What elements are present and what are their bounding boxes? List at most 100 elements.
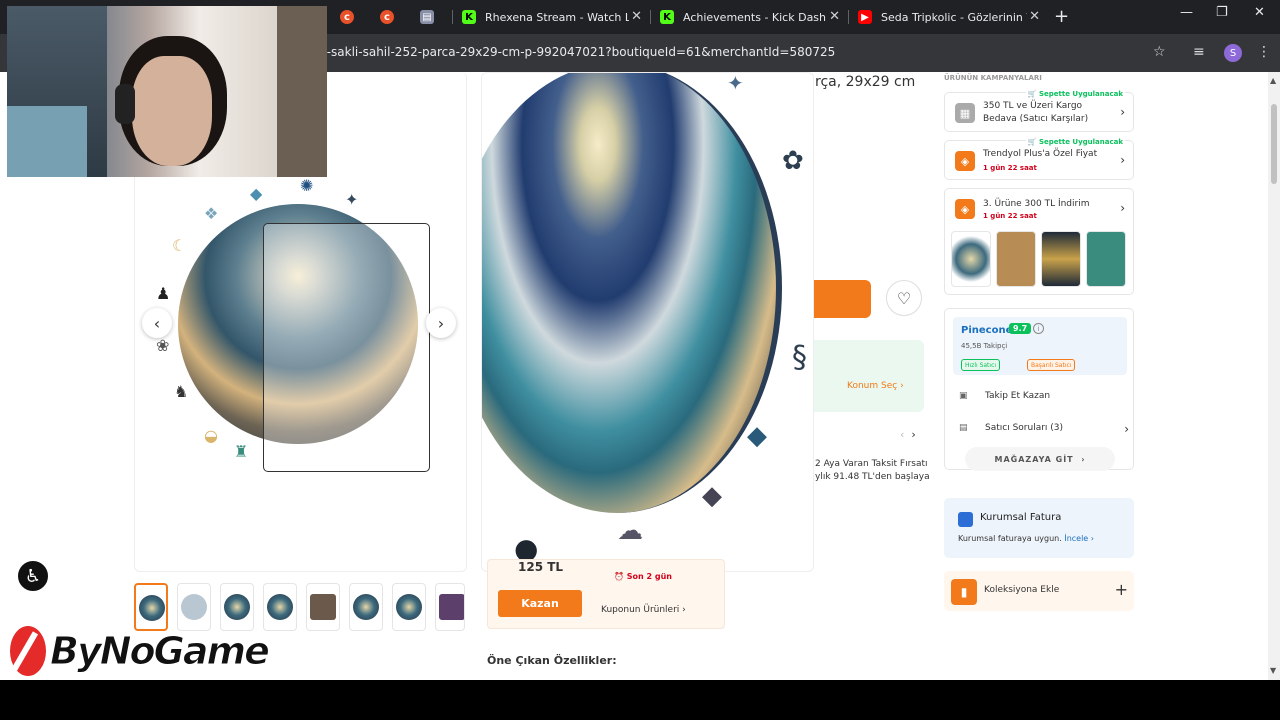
corporate-invoice-desc: Kurumsal faturaya uygun. [958, 534, 1062, 543]
seahorse-icon: § [792, 340, 807, 375]
next-image-button[interactable]: › [426, 308, 456, 338]
campaign-text: Trendyol Plus'a Özel Fiyat [983, 149, 1098, 159]
coupon-products-link[interactable]: Kuponun Ürünleri › [601, 605, 686, 615]
seller-name[interactable]: Pinecone [961, 325, 1012, 336]
info-icon[interactable]: i [1033, 323, 1044, 334]
menu-kebab-icon[interactable]: ⋮ [1257, 44, 1271, 60]
tab-achievements[interactable]: K Achievements - Kick Dashboard ✕ [660, 5, 844, 29]
carousel-next-icon[interactable]: › [911, 428, 915, 441]
thumbnail[interactable] [435, 583, 465, 631]
close-window-button[interactable]: ✕ [1254, 5, 1265, 20]
moon-icon: ☾ [172, 236, 187, 255]
carousel-nav[interactable]: ‹ › [900, 428, 916, 441]
puzzle-piece-icon: ✦ [727, 72, 744, 95]
tab-2[interactable]: c [380, 5, 410, 29]
zoom-preview: ✿ ✦ § ◆ ◆ ☁ ● [481, 72, 814, 572]
seller-questions-label: Satıcı Soruları (3) [985, 423, 1064, 433]
tab-divider [452, 10, 453, 24]
tab-title: Seda Tripkolic - Gözlerinin Yeşil [881, 10, 1027, 24]
corporate-invoice-link[interactable]: İncele [1064, 534, 1088, 543]
corporate-invoice-card: Kurumsal Fatura Kurumsal faturaya uygun.… [944, 498, 1134, 558]
successful-seller-badge: Başarılı Satıcı [1027, 359, 1076, 371]
giraffe-icon: ♞ [174, 382, 189, 401]
butterfly-icon: ✦ [345, 190, 359, 209]
thumbnail[interactable] [349, 583, 383, 631]
previous-image-button[interactable]: ‹ [142, 308, 172, 338]
campaign-plus[interactable]: 🛒 Sepette Uygulanacak ◈ Trendyol Plus'a … [944, 138, 1134, 180]
campaign-product-thumbnail[interactable] [1041, 231, 1081, 287]
carousel-prev-icon[interactable]: ‹ [900, 428, 904, 441]
coupon-card: 125 TL ⏰ Son 2 gün Kazan Kuponun Ürünler… [487, 559, 725, 629]
coupon-amount: 125 TL [518, 560, 564, 574]
thumbnail[interactable] [220, 583, 254, 631]
tab-3[interactable]: ▤ [420, 5, 450, 29]
campaign-text: 350 TL ve Üzeri Kargo Bedava (Satıcı Kar… [983, 101, 1089, 124]
scroll-up-icon[interactable]: ▲ [1270, 76, 1276, 85]
close-tab-icon[interactable]: ✕ [829, 9, 840, 24]
tab-divider [848, 10, 849, 24]
fast-seller-label: Hızlı Satıcı [965, 361, 997, 369]
add-to-collection[interactable]: ▮ Koleksiyona Ekle + [944, 571, 1134, 611]
shell-icon: ◒ [204, 426, 218, 445]
campaign-discount[interactable]: ◈ 3. Ürüne 300 TL İndirim 1 gün 22 saat … [944, 188, 1134, 295]
alarm-icon: ⏰ [614, 572, 624, 581]
campaign-product-thumbnail[interactable] [1086, 231, 1126, 287]
window-icon: ▤ [420, 10, 434, 24]
seller-followers: 45,5B Takipçi [961, 342, 1008, 350]
tag-icon: ◈ [955, 151, 975, 171]
thumbnail[interactable] [134, 583, 168, 631]
page-scrollbar[interactable]: ▲ ▼ [1268, 72, 1280, 680]
tab-rhexena[interactable]: K Rhexena Stream - Watch Live o ✕ [462, 5, 646, 29]
coupon-expiry: ⏰ Son 2 gün [614, 572, 672, 581]
coupon-expiry-label: Son 2 gün [626, 572, 672, 581]
location-select-link[interactable]: Konum Seç › [847, 381, 904, 391]
new-tab-button[interactable]: + [1054, 6, 1069, 27]
zoom-lens[interactable] [263, 223, 430, 472]
webcam-overlay [7, 6, 327, 177]
restore-button[interactable]: ❐ [1216, 5, 1228, 20]
scroll-down-icon[interactable]: ▼ [1270, 666, 1276, 675]
campaign-shipping[interactable]: 🛒 Sepette Uygulanacak ▦ 350 TL ve Üzeri … [944, 90, 1134, 132]
thumbnail[interactable] [263, 583, 297, 631]
campaign-text: 3. Ürüne 300 TL İndirim [983, 199, 1090, 209]
headphones [115, 84, 135, 124]
accessibility-icon[interactable]: ♿ [16, 559, 50, 593]
puzzle-piece-icon: ◆ [747, 421, 767, 451]
campaign-product-thumbnail[interactable] [996, 231, 1036, 287]
shell-icon: ☁ [617, 516, 643, 546]
campaign-timer: 1 gün 22 saat [983, 164, 1037, 172]
thumbnail[interactable] [392, 583, 426, 631]
bottom-bar [0, 680, 1280, 720]
minimize-button[interactable]: — [1180, 5, 1193, 20]
url-field[interactable]: le-sakli-sahil-252-parca-29x29-cm-p-9920… [316, 45, 835, 59]
fish-icon: ◆ [702, 481, 722, 511]
tab-1[interactable]: c [340, 5, 370, 29]
add-to-cart-button[interactable] [814, 280, 871, 318]
thumbnail[interactable] [306, 583, 340, 631]
seller-questions-row[interactable]: ▤ Satıcı Soruları (3) › [959, 422, 1129, 436]
tag-icon: ◈ [955, 199, 975, 219]
tab-youtube[interactable]: ▶ Seda Tripkolic - Gözlerinin Yeşil ✕ [858, 5, 1044, 29]
follow-win-row[interactable]: ▣ Takip Et Kazan [959, 391, 1050, 401]
bookmark-star-icon[interactable]: ☆ [1153, 44, 1166, 60]
close-tab-icon[interactable]: ✕ [631, 9, 642, 24]
profile-avatar[interactable]: S [1224, 44, 1242, 62]
corporate-invoice-title: Kurumsal Fatura [980, 512, 1062, 523]
cart-icon: 🛒 [1027, 90, 1037, 98]
orange-circle-icon: c [380, 10, 394, 24]
bed [7, 106, 87, 177]
plus-icon[interactable]: + [1115, 580, 1128, 599]
claim-coupon-button[interactable]: Kazan [498, 590, 582, 617]
seller-score: 9.7 [1009, 323, 1032, 334]
campaign-tag-label: Sepette Uygulanacak [1038, 90, 1123, 98]
media-controls-icon[interactable]: ≡ [1193, 44, 1205, 60]
scrollbar-thumb[interactable] [1271, 104, 1277, 184]
video-thumbnail[interactable] [177, 583, 211, 631]
campaign-product-thumbnail[interactable] [951, 231, 991, 287]
tab-divider [650, 10, 651, 24]
screen: c c ▤ K Rhexena Stream - Watch Live o ✕ … [0, 0, 1280, 720]
go-to-store-button[interactable]: MAĞAZAYA GİT › [965, 447, 1115, 471]
chevron-right-icon: › [1088, 534, 1094, 543]
favorite-button[interactable]: ♡ [886, 280, 922, 316]
close-tab-icon[interactable]: ✕ [1029, 9, 1040, 24]
